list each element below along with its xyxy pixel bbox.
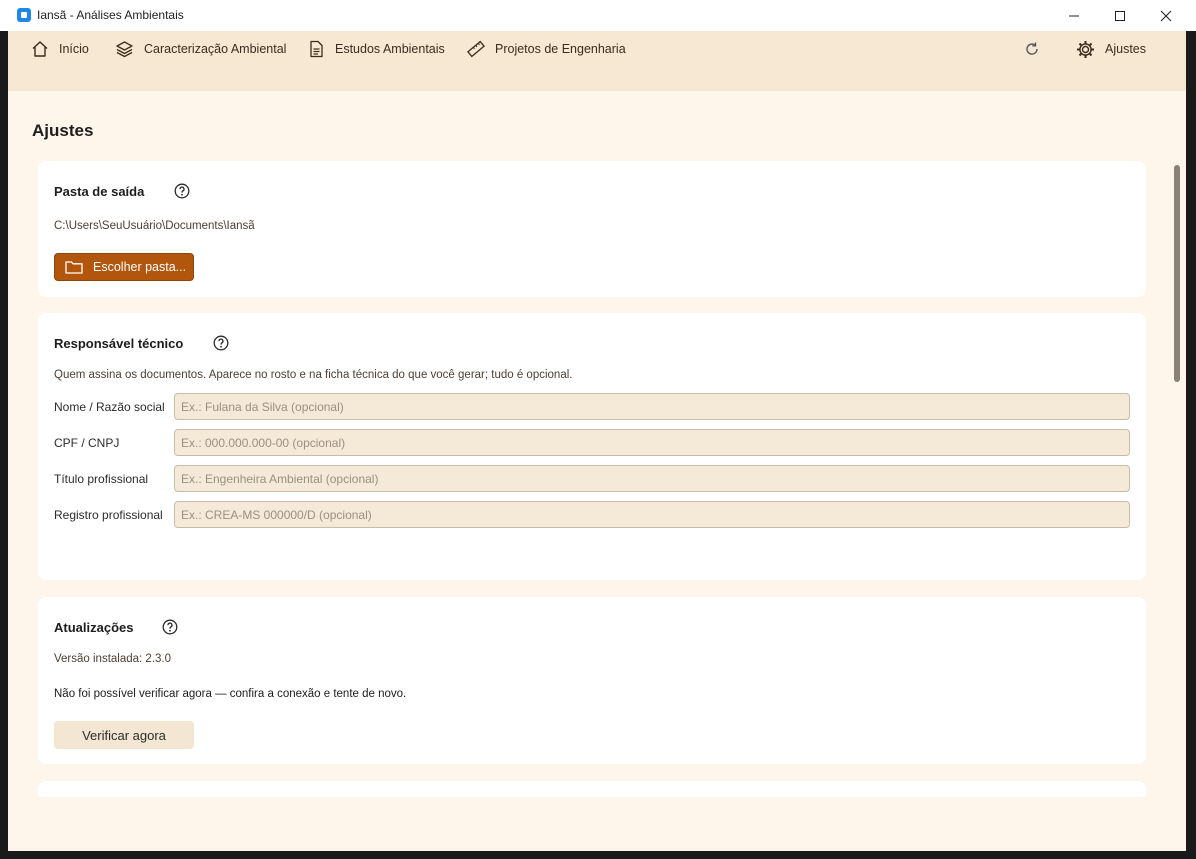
output-folder-path: C:\Users\SeuUsuário\Documents\Iansã	[54, 220, 255, 232]
scrollbar-thumb[interactable]	[1174, 165, 1180, 382]
nav-item-ajustes[interactable]: Ajustes	[1076, 39, 1146, 59]
top-navbar: Início Caracterização Ambiental Estudos …	[8, 31, 1186, 91]
check-now-button[interactable]: Verificar agora	[54, 721, 194, 749]
minimize-button[interactable]	[1051, 0, 1097, 31]
nav-item-inicio[interactable]: Início	[31, 39, 89, 59]
field-label-nome: Nome / Razão social	[54, 400, 165, 414]
choose-folder-label: Escolher pasta...	[93, 260, 187, 274]
page-title: Ajustes	[32, 121, 94, 140]
window-border-bottom	[0, 851, 1196, 859]
field-label-registro: Registro profissional	[54, 508, 163, 522]
update-status: Não foi possível verificar agora — confi…	[54, 688, 407, 700]
nav-item-estudos[interactable]: Estudos Ambientais	[307, 39, 445, 59]
ruler-icon	[467, 40, 485, 58]
minimize-icon	[1069, 15, 1079, 16]
viewport-bottom	[8, 797, 1168, 851]
card-title: Atualizações	[54, 620, 134, 635]
help-icon[interactable]	[162, 619, 178, 635]
help-icon[interactable]	[213, 335, 229, 351]
folder-icon	[65, 261, 83, 274]
choose-folder-button[interactable]: Escolher pasta...	[54, 253, 194, 281]
card-title: Responsável técnico	[54, 336, 184, 351]
installed-version: Versão instalada: 2.3.0	[54, 653, 171, 665]
refresh-button[interactable]	[1024, 41, 1040, 62]
window-border-left	[0, 31, 8, 851]
window-border-right	[1186, 31, 1196, 851]
nav-item-label: Início	[59, 42, 89, 56]
updates-card: Atualizações Versão instalada: 2.3.0 Não…	[38, 597, 1146, 764]
app-window: Iansã - Análises Ambientais Início Carac…	[0, 0, 1196, 859]
field-label-cpf: CPF / CNPJ	[54, 436, 120, 450]
nome-input[interactable]	[174, 393, 1130, 420]
document-icon	[310, 40, 323, 58]
help-icon[interactable]	[174, 183, 190, 199]
nav-item-label: Ajustes	[1105, 42, 1146, 56]
registro-profissional-input[interactable]	[174, 501, 1130, 528]
nav-item-projetos[interactable]: Projetos de Engenharia	[467, 39, 626, 59]
gear-icon	[1077, 40, 1094, 58]
titulo-profissional-input[interactable]	[174, 465, 1130, 492]
app-content: Início Caracterização Ambiental Estudos …	[8, 31, 1186, 851]
app-icon	[17, 8, 31, 22]
layers-icon	[116, 41, 133, 58]
card-title: Pasta de saída	[54, 184, 145, 199]
title-bar: Iansã - Análises Ambientais	[0, 0, 1196, 31]
cpf-cnpj-input[interactable]	[174, 429, 1130, 456]
maximize-button[interactable]	[1097, 0, 1143, 31]
responsible-card: Responsável técnico Quem assina os docum…	[38, 313, 1146, 580]
responsible-description: Quem assina os documentos. Aparece no ro…	[54, 369, 573, 381]
nav-item-label: Caracterização Ambiental	[144, 42, 287, 56]
refresh-icon	[1026, 42, 1038, 55]
close-icon	[1160, 10, 1172, 21]
maximize-icon	[1115, 10, 1125, 21]
nav-item-label: Estudos Ambientais	[335, 42, 445, 56]
nav-item-caracterizacao[interactable]: Caracterização Ambiental	[115, 39, 286, 59]
window-title: Iansã - Análises Ambientais	[37, 8, 184, 22]
output-folder-card: Pasta de saída C:\Users\SeuUsuário\Docum…	[38, 161, 1146, 297]
nav-item-label: Projetos de Engenharia	[495, 42, 626, 56]
home-icon	[32, 41, 48, 57]
close-button[interactable]	[1143, 0, 1189, 31]
field-label-titulo: Título profissional	[54, 472, 149, 486]
